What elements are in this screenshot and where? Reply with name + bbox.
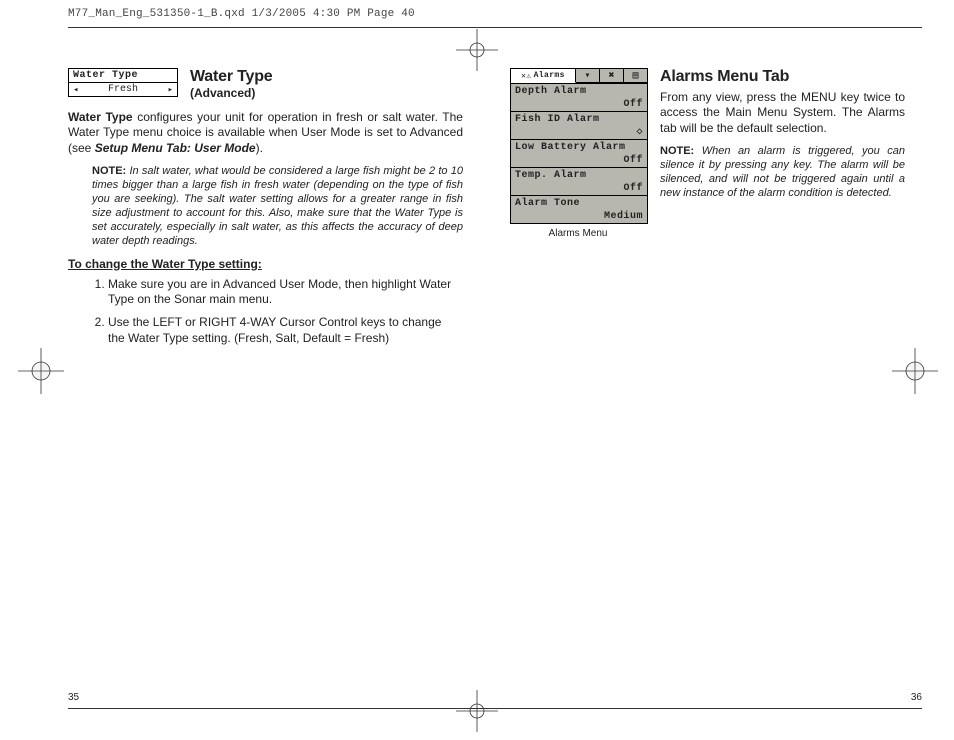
tab-setup-icon: ✖: [600, 69, 624, 83]
procedure-step: Use the LEFT or RIGHT 4-WAY Cursor Contr…: [108, 315, 463, 346]
alarms-row-name: Low Battery Alarm: [515, 142, 643, 153]
alarms-intro: From any view, press the MENU key twice …: [660, 90, 905, 136]
note-text: In salt water, what would be considered …: [92, 165, 463, 247]
alarms-row-name: Fish ID Alarm: [515, 114, 643, 125]
page-number-left: 35: [68, 692, 79, 703]
registration-mark-bottom: [462, 696, 492, 726]
intro-term: Water Type: [68, 110, 133, 124]
note-alarms: NOTE: When an alarm is triggered, you ca…: [660, 144, 905, 200]
tab-alarms-label: Alarms: [534, 71, 565, 80]
arrow-right-icon: ▸: [168, 85, 173, 95]
note-label: NOTE:: [92, 165, 126, 177]
rule-bottom: [68, 708, 922, 709]
alarms-row: Temp. Alarm Off: [511, 167, 647, 195]
intro-ref: Setup Menu Tab: User Mode: [95, 141, 256, 155]
water-type-widget-title: Water Type: [69, 69, 177, 83]
alarms-row-name: Alarm Tone: [515, 198, 643, 209]
tab-alarms: ✕⚠Alarms: [511, 69, 576, 83]
procedure-steps: Make sure you are in Advanced User Mode,…: [68, 277, 463, 346]
page-right: ✕⚠Alarms ▾ ✖ ▤ Depth Alarm Off Fish ID A…: [510, 68, 905, 239]
note-label: NOTE:: [660, 145, 694, 157]
rule-top: [68, 27, 922, 28]
alarms-row-value: Off: [623, 155, 643, 166]
alarms-row: Low Battery Alarm Off: [511, 139, 647, 167]
section-title-alarms: Alarms Menu Tab: [660, 68, 905, 86]
arrow-left-icon: ◂: [73, 85, 78, 95]
note-water-type: NOTE: In salt water, what would be consi…: [92, 164, 463, 248]
tab-views-icon: ▤: [624, 69, 647, 83]
page-left: Water Type ◂ Fresh ▸ Water Type (Advance…: [68, 68, 463, 354]
alarms-row-name: Temp. Alarm: [515, 170, 643, 181]
registration-mark-left: [26, 356, 56, 386]
tab-sonar-icon: ▾: [576, 69, 600, 83]
alarms-tabs: ✕⚠Alarms ▾ ✖ ▤: [511, 69, 647, 83]
alarms-row: Depth Alarm Off: [511, 83, 647, 111]
alarms-row: Fish ID Alarm ◇: [511, 111, 647, 139]
water-type-widget: Water Type ◂ Fresh ▸: [68, 68, 178, 97]
prepress-header: M77_Man_Eng_531350-1_B.qxd 1/3/2005 4:30…: [68, 8, 415, 20]
alarms-menu-widget: ✕⚠Alarms ▾ ✖ ▤ Depth Alarm Off Fish ID A…: [510, 68, 648, 224]
registration-mark-top: [462, 35, 492, 65]
registration-mark-right: [900, 356, 930, 386]
alarms-caption: Alarms Menu: [510, 228, 646, 239]
water-type-widget-value: Fresh: [108, 84, 138, 95]
intro-paragraph: Water Type configures your unit for oper…: [68, 110, 463, 156]
alarms-row: Alarm Tone Medium: [511, 195, 647, 223]
fish-icon: ◇: [636, 126, 643, 138]
alarms-row-value: Off: [623, 183, 643, 194]
page-number-right: 36: [911, 692, 922, 703]
procedure-heading: To change the Water Type setting:: [68, 257, 463, 271]
intro-tail: ).: [256, 141, 263, 155]
procedure-step: Make sure you are in Advanced User Mode,…: [108, 277, 463, 308]
alarms-row-name: Depth Alarm: [515, 86, 643, 97]
alarms-icon: ✕⚠: [521, 71, 531, 81]
alarms-row-value: Medium: [604, 211, 643, 222]
alarms-row-value: Off: [623, 99, 643, 110]
section-subtitle-advanced: (Advanced): [190, 86, 463, 100]
section-title-water-type: Water Type: [190, 68, 463, 86]
note-text: When an alarm is triggered, you can sile…: [660, 145, 905, 199]
